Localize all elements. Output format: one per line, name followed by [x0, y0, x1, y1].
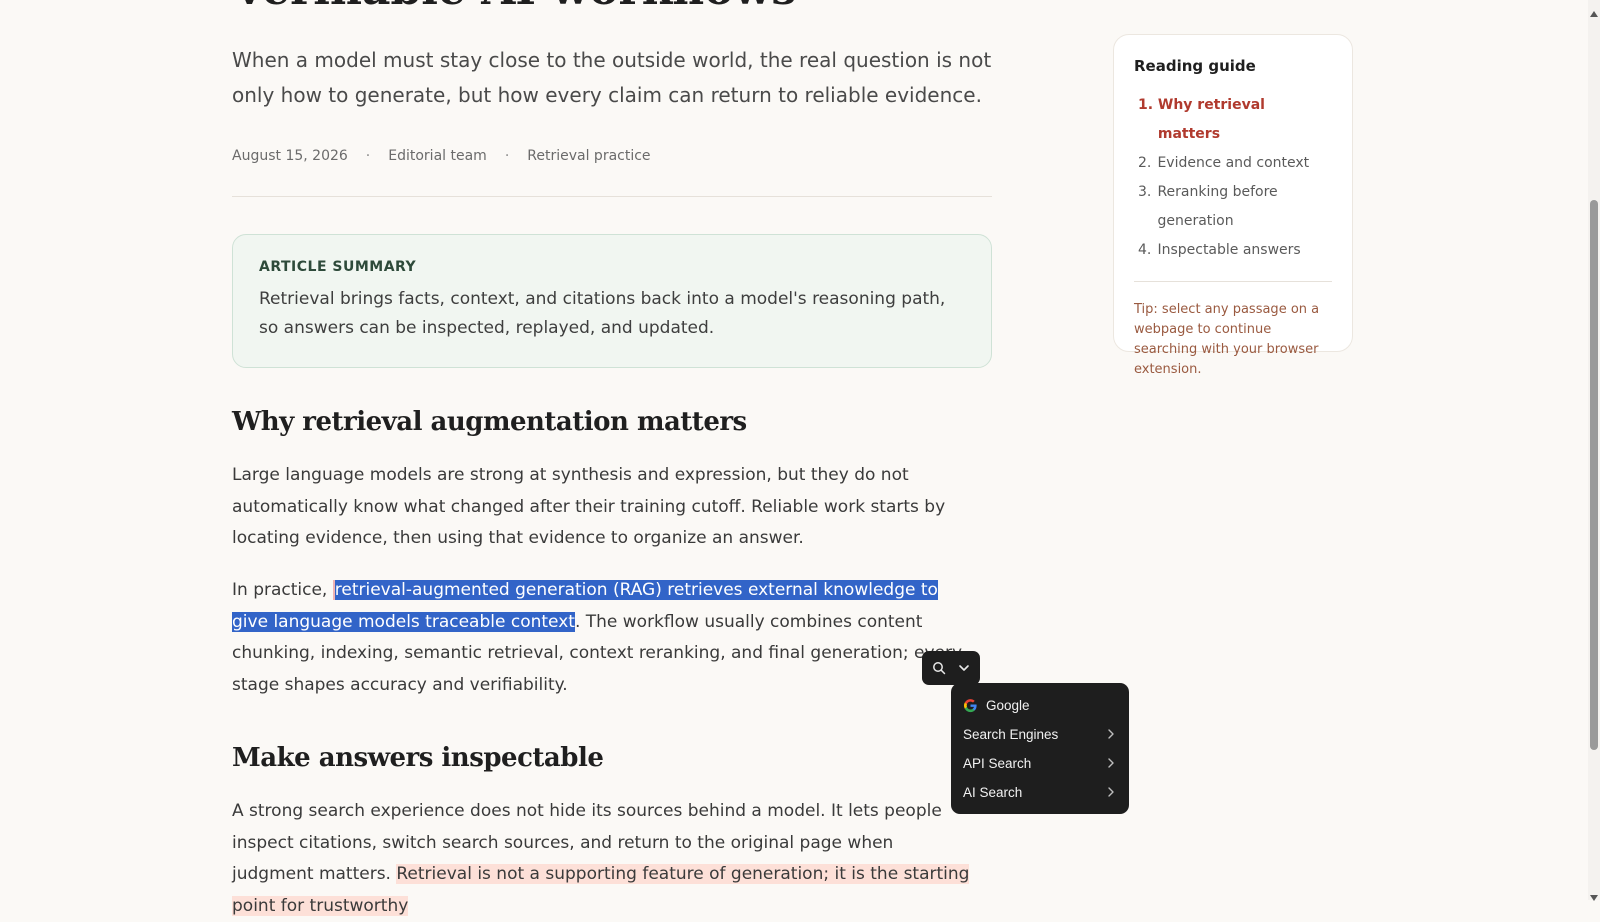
selection-search-toolbar: [922, 651, 980, 685]
reading-guide-title: Reading guide: [1134, 57, 1256, 75]
guide-item-reranking[interactable]: 3. Reranking before generation: [1138, 178, 1332, 236]
scroll-down-arrow-icon[interactable]: [1590, 886, 1598, 905]
meta-separator: ·: [504, 148, 510, 164]
section1-paragraph-1: Large language models are strong at synt…: [232, 465, 946, 548]
article-title: Verifiable AI workflows: [232, 0, 796, 15]
search-source-menu: Google Search Engines API Search AI Sear…: [951, 683, 1129, 814]
divider: [232, 196, 992, 197]
guide-item-label: Reranking before generation: [1157, 184, 1278, 229]
chevron-right-icon: [1107, 728, 1115, 743]
meta-category: Retrieval practice: [527, 148, 651, 164]
guide-item-number: 4.: [1138, 242, 1152, 258]
section-heading-inspectable: Make answers inspectable: [232, 743, 604, 773]
reading-guide: Reading guide 1. Why retrieval matters 2…: [1113, 34, 1353, 377]
section2-paragraph-1: A strong search experience does not hide…: [232, 796, 972, 922]
article-meta: August 15, 2026 · Editorial team · Retri…: [232, 148, 651, 164]
section1-paragraph-2: In practice, retrieval-augmented generat…: [232, 575, 972, 701]
guide-item-label: Evidence and context: [1157, 155, 1310, 171]
menu-item-ai-search[interactable]: AI Search: [951, 778, 1129, 807]
reading-guide-list: 1. Why retrieval matters 2. Evidence and…: [1134, 91, 1332, 265]
meta-date: August 15, 2026: [232, 148, 348, 164]
guide-item-evidence[interactable]: 2. Evidence and context: [1138, 149, 1332, 178]
guide-item-number: 3.: [1138, 184, 1152, 200]
meta-separator: ·: [365, 148, 371, 164]
chevron-right-icon: [1107, 786, 1115, 801]
guide-item-inspectable[interactable]: 4. Inspectable answers: [1138, 236, 1332, 265]
page-scrollbar[interactable]: [1588, 0, 1600, 901]
scrollbar-thumb[interactable]: [1590, 200, 1598, 750]
summary-label: ARTICLE SUMMARY: [259, 259, 417, 275]
paragraph-text: In practice,: [232, 580, 333, 600]
section-heading-why-retrieval: Why retrieval augmentation matters: [232, 407, 747, 437]
menu-item-api-search[interactable]: API Search: [951, 749, 1129, 778]
menu-item-search-engines[interactable]: Search Engines: [951, 720, 1129, 749]
divider: [1134, 281, 1332, 282]
scroll-up-arrow-icon[interactable]: [1590, 2, 1598, 21]
guide-item-label: Why retrieval matters: [1157, 97, 1265, 142]
article-summary: ARTICLE SUMMARY Retrieval brings facts, …: [232, 234, 992, 368]
chevron-right-icon: [1107, 757, 1115, 772]
menu-item-google[interactable]: Google: [951, 691, 1129, 720]
google-logo-icon: [963, 698, 978, 713]
search-icon[interactable]: [932, 661, 946, 675]
summary-text: Retrieval brings facts, context, and cit…: [259, 289, 946, 338]
article-lede: When a model must stay close to the outs…: [232, 48, 992, 107]
menu-item-label: API Search: [963, 756, 1032, 771]
guide-tip: Tip: select any passage on a webpage to …: [1134, 302, 1320, 377]
guide-item-label: Inspectable answers: [1157, 242, 1301, 258]
menu-item-label: Search Engines: [963, 727, 1059, 742]
guide-item-why-retrieval[interactable]: 1. Why retrieval matters: [1138, 91, 1332, 149]
menu-item-label: Google: [986, 698, 1030, 713]
guide-item-number: 1.: [1138, 97, 1154, 113]
menu-item-label: AI Search: [963, 785, 1023, 800]
chevron-down-icon[interactable]: [957, 661, 971, 675]
meta-author: Editorial team: [388, 148, 487, 164]
guide-item-number: 2.: [1138, 155, 1152, 171]
